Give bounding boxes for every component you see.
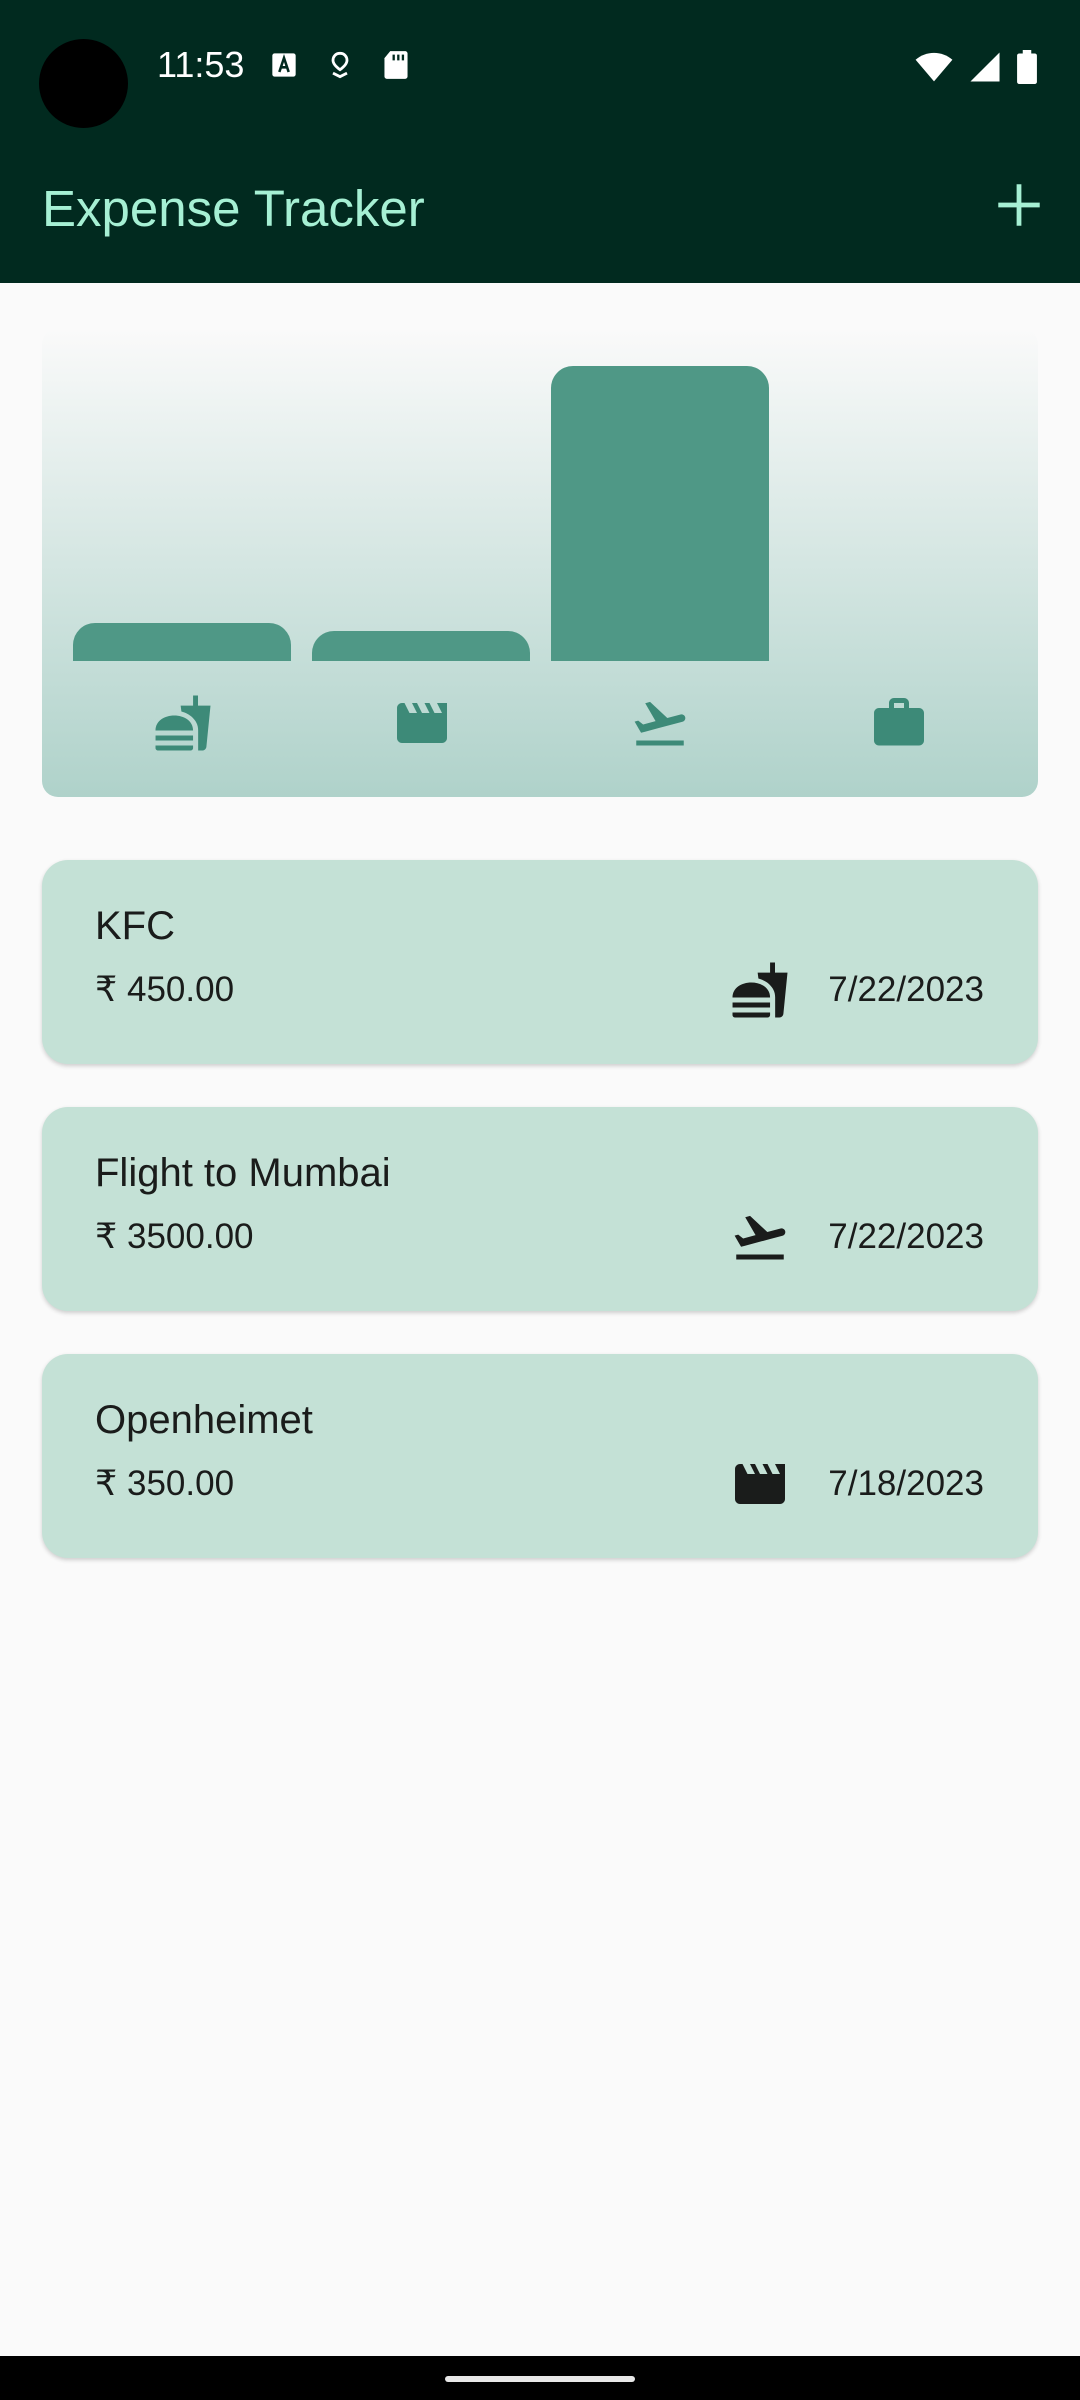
expense-amount: ₹ 3500.00 bbox=[95, 1217, 254, 1256]
expense-title: Openheimet bbox=[95, 1398, 313, 1442]
cell-signal-icon bbox=[968, 51, 1002, 88]
location-pin-icon bbox=[326, 51, 354, 84]
chart-bar-food bbox=[73, 623, 291, 661]
work-icon bbox=[869, 693, 929, 753]
expense-item[interactable]: Openheimet ₹ 350.00 7/18/2023 bbox=[42, 1354, 1038, 1558]
expense-title: KFC bbox=[95, 904, 175, 948]
expense-amount: ₹ 450.00 bbox=[95, 970, 235, 1009]
flight-icon bbox=[730, 1207, 790, 1267]
expense-item[interactable]: Flight to Mumbai ₹ 3500.00 7/22/2023 bbox=[42, 1107, 1038, 1311]
chart-bar-leisure bbox=[312, 631, 530, 661]
expense-item[interactable]: KFC ₹ 450.00 7/22/2023 bbox=[42, 860, 1038, 1064]
status-time: 11:53 bbox=[157, 44, 245, 85]
movie-icon bbox=[730, 1454, 790, 1514]
add-expense-button[interactable] bbox=[984, 172, 1054, 242]
fastfood-icon bbox=[730, 960, 790, 1020]
expense-date: 7/22/2023 bbox=[828, 1217, 984, 1256]
home-indicator[interactable] bbox=[445, 2376, 635, 2382]
font-a-icon bbox=[270, 51, 298, 84]
expense-title: Flight to Mumbai bbox=[95, 1151, 391, 1195]
expense-date: 7/18/2023 bbox=[828, 1464, 984, 1503]
flight-icon bbox=[630, 693, 690, 753]
expense-date: 7/22/2023 bbox=[828, 970, 984, 1009]
wifi-icon bbox=[914, 51, 954, 88]
app-title: Expense Tracker bbox=[42, 180, 425, 237]
plus-icon bbox=[997, 183, 1041, 232]
navigation-bar bbox=[0, 2356, 1080, 2400]
expense-chart bbox=[42, 328, 1038, 797]
chart-bar-travel bbox=[551, 366, 769, 661]
status-system-icons bbox=[914, 50, 1038, 89]
battery-icon bbox=[1016, 50, 1038, 89]
expense-amount: ₹ 350.00 bbox=[95, 1464, 235, 1503]
fastfood-icon bbox=[153, 693, 213, 753]
status-bar: 11:53 bbox=[0, 0, 1080, 137]
app-bar: Expense Tracker bbox=[0, 137, 1080, 283]
camera-cutout bbox=[39, 39, 128, 128]
movie-icon bbox=[392, 693, 452, 753]
chart-bars bbox=[42, 328, 1038, 661]
sd-card-icon bbox=[382, 50, 410, 85]
status-notification-icons bbox=[270, 50, 410, 85]
